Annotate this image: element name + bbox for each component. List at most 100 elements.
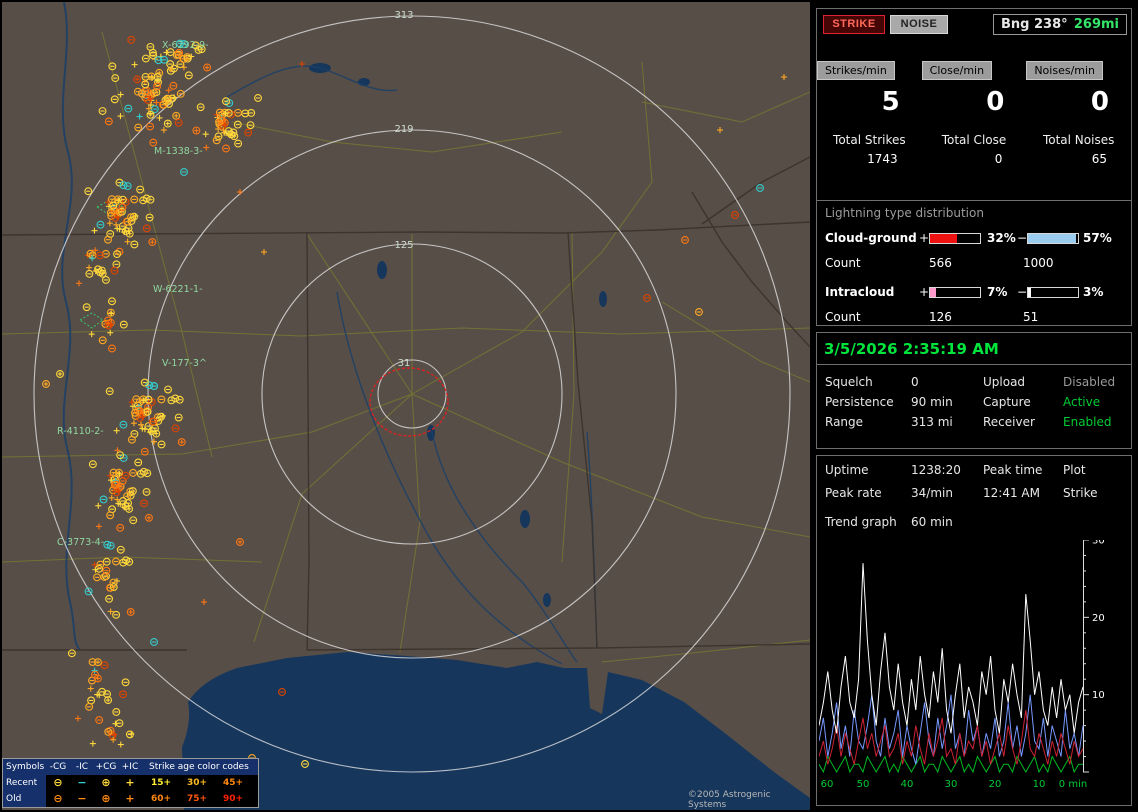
capture-status: Active bbox=[1063, 395, 1100, 409]
strikes-per-min-chip[interactable]: Strikes/min bbox=[817, 61, 895, 80]
settings-row: Persistence 90 min Capture Active bbox=[817, 395, 1131, 411]
x-axis-tick: 50 bbox=[857, 779, 870, 790]
cg-neg-count: 1000 bbox=[1023, 256, 1054, 270]
x-axis-tick: 10 bbox=[1033, 779, 1046, 790]
state-borders-layer bbox=[2, 157, 810, 650]
squelch-value: 0 bbox=[911, 375, 919, 389]
cg-neg-pct: 57% bbox=[1083, 231, 1112, 245]
age-90: 90+ bbox=[223, 791, 257, 807]
cg-pos-count: 566 bbox=[929, 256, 952, 270]
upload-status: Disabled bbox=[1063, 375, 1115, 389]
ic-neg-gauge bbox=[1027, 287, 1079, 298]
y-axis-tick: 30 bbox=[1092, 540, 1105, 547]
cloud-ground-row: Cloud-ground + 32% − 57% bbox=[817, 231, 1131, 246]
bearing-distance: 269mi bbox=[1074, 17, 1119, 32]
counters-box: STRIKE NOISE Bng 238° 269mi Strikes/min … bbox=[816, 8, 1132, 326]
uptime-value: 1238:20 bbox=[911, 463, 961, 477]
trend-graph: 3020106050403020100 min bbox=[819, 540, 1125, 792]
settings-row: Squelch 0 Upload Disabled bbox=[817, 375, 1131, 391]
close-per-min-chip[interactable]: Close/min bbox=[922, 61, 992, 80]
legend-recent-row: Recent ⊖ − ⊕ + 15+ 30+ 45+ bbox=[3, 775, 258, 791]
age-45: 45+ bbox=[223, 775, 257, 791]
trend-graph-label: Trend graph bbox=[825, 515, 897, 529]
upload-label: Upload bbox=[983, 375, 1025, 389]
total-strikes-value: 1743 bbox=[817, 152, 922, 166]
station-label: R-4110-2- bbox=[57, 426, 104, 437]
receiver-label: Receiver bbox=[983, 415, 1035, 429]
station-label: W-6221-1- bbox=[153, 284, 203, 295]
neg-cg-icon: ⊖ bbox=[47, 775, 69, 791]
total-close-label: Total Close bbox=[922, 133, 1027, 147]
strike-button[interactable]: STRIKE bbox=[823, 15, 885, 34]
rivers-layer bbox=[62, 2, 597, 664]
intracloud-count-row: Count 126 51 bbox=[817, 310, 1131, 325]
count-label: Count bbox=[825, 256, 861, 270]
totals-labels-row: Total Strikes Total Close Total Noises bbox=[817, 133, 1131, 147]
pos-cg-old-icon: ⊕ bbox=[95, 791, 117, 807]
range-value: 313 mi bbox=[911, 415, 953, 429]
ring-distance-label: 219 bbox=[394, 124, 413, 135]
ring-distance-label: 313 bbox=[394, 10, 413, 21]
total-strikes-label: Total Strikes bbox=[817, 133, 922, 147]
ic-pos-gauge bbox=[929, 287, 981, 298]
x-axis-tick: 40 bbox=[901, 779, 914, 790]
y-axis-tick: 20 bbox=[1092, 613, 1105, 624]
close-per-min-value: 0 bbox=[922, 87, 1027, 117]
gulf-of-mexico bbox=[182, 652, 810, 810]
noise-button[interactable]: NOISE bbox=[890, 15, 948, 34]
neg-ic-old-icon: − bbox=[71, 791, 93, 807]
separator bbox=[817, 200, 1131, 201]
plus-sign: + bbox=[919, 285, 929, 299]
age-75: 75+ bbox=[187, 791, 221, 807]
neg-cg-old-icon: ⊖ bbox=[47, 791, 69, 807]
legend-title: Strike age color codes bbox=[149, 759, 249, 775]
rate-chips-row: Strikes/min Close/min Noises/min bbox=[817, 63, 1131, 77]
persistence-value: 90 min bbox=[911, 395, 953, 409]
x-axis-tick: 60 bbox=[821, 779, 834, 790]
legend-col-pos-cg: +CG bbox=[95, 759, 117, 775]
x-axis-tick: 20 bbox=[989, 779, 1002, 790]
legend-recent-label: Recent bbox=[6, 775, 46, 791]
minus-sign: − bbox=[1017, 285, 1027, 299]
legend-header: Symbols -CG -IC +CG +IC Strike age color… bbox=[3, 759, 258, 775]
copyright-text: ©2005 Astrogenic Systems bbox=[688, 790, 810, 810]
legend-col-pos-ic: +IC bbox=[119, 759, 141, 775]
ic-neg-pct: 3% bbox=[1083, 285, 1103, 299]
pos-cg-icon: ⊕ bbox=[95, 775, 117, 791]
total-close-value: 0 bbox=[922, 152, 1027, 166]
rate-values-row: 5 0 0 bbox=[817, 87, 1131, 117]
noises-per-min-value: 0 bbox=[1026, 87, 1131, 117]
intracloud-row: Intracloud + 7% − 3% bbox=[817, 285, 1131, 300]
peak-time-value: 12:41 AM bbox=[983, 486, 1040, 500]
mississippi-river bbox=[62, 2, 80, 650]
water-layer bbox=[182, 63, 810, 810]
station-label: C-3773-4- bbox=[57, 537, 104, 548]
pos-ic-icon: + bbox=[119, 775, 141, 791]
strike-rate-series bbox=[819, 563, 1083, 733]
cg-neg-gauge bbox=[1027, 233, 1079, 244]
noises-per-min-chip[interactable]: Noises/min bbox=[1026, 61, 1103, 80]
red-range-circle bbox=[370, 368, 448, 436]
neg-ic-icon: − bbox=[71, 775, 93, 791]
cloud-ground-count-row: Count 566 1000 bbox=[817, 256, 1131, 271]
total-noises-label: Total Noises bbox=[1026, 133, 1131, 147]
age-30: 30+ bbox=[187, 775, 221, 791]
separator bbox=[817, 364, 1131, 365]
ring-distance-label: 125 bbox=[394, 240, 413, 251]
bearing-label: Bng 238° bbox=[1001, 17, 1068, 32]
x-axis-tick: 30 bbox=[945, 779, 958, 790]
station-label: V-177-3^ bbox=[162, 358, 207, 369]
legend-old-row: Old ⊖ − ⊕ + 60+ 75+ 90+ bbox=[3, 791, 258, 807]
ic-neg-count: 51 bbox=[1023, 310, 1038, 324]
age-15: 15+ bbox=[151, 775, 185, 791]
station-label: X-6292-9- bbox=[162, 40, 209, 51]
radar-map[interactable]: X-6292-9-M-1338-3-W-6221-1-V-177-3^R-411… bbox=[2, 2, 810, 810]
count-label: Count bbox=[825, 310, 861, 324]
total-noises-value: 65 bbox=[1026, 152, 1131, 166]
peak-time-label: Peak time bbox=[983, 463, 1042, 477]
trend-box: Uptime 1238:20 Peak time Plot Peak rate … bbox=[816, 455, 1132, 806]
date-time: 3/5/2026 2:35:19 AM bbox=[824, 340, 999, 358]
range-label: Range bbox=[825, 415, 863, 429]
uptime-label: Uptime bbox=[825, 463, 869, 477]
trend-label-row: Trend graph 60 min bbox=[817, 515, 1131, 531]
